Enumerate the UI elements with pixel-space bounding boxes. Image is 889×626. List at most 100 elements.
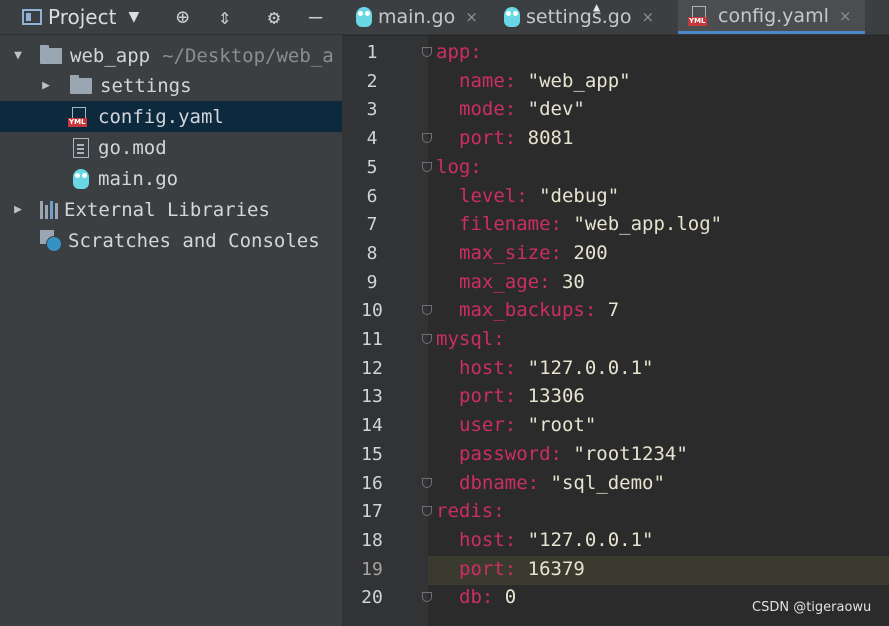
fold-marker-icon[interactable] — [422, 47, 432, 57]
tab-main-go[interactable]: main.go × — [356, 0, 478, 34]
yaml-file-icon: YML — [688, 5, 712, 26]
yaml-value: 16379 — [516, 557, 585, 580]
collapsed-arrow-icon[interactable]: ▶ — [12, 202, 24, 217]
yaml-value: "127.0.0.1" — [516, 528, 654, 551]
line-number: 7 — [366, 214, 378, 236]
collapse-icon[interactable]: ⇕ — [218, 0, 231, 34]
watermark: CSDN @tigeraowu — [752, 600, 872, 615]
yaml-file-icon: YML — [68, 106, 92, 127]
yaml-key: log — [436, 155, 471, 178]
gopher-icon — [356, 7, 372, 27]
yaml-key: filename — [459, 213, 551, 236]
code-line: log: — [436, 155, 482, 178]
yaml-value: 30 — [550, 270, 585, 293]
yaml-value: 8081 — [516, 127, 574, 150]
code-line: port: 8081 — [459, 127, 574, 150]
line-number: 3 — [366, 99, 378, 121]
tree-item-go-mod[interactable]: go.mod — [0, 132, 342, 163]
tree-item-external-libraries[interactable]: ▶ External Libraries — [0, 194, 342, 225]
gopher-icon — [73, 168, 89, 189]
code-line: level: "debug" — [459, 184, 620, 207]
code-line: mysql: — [436, 328, 505, 350]
gear-icon[interactable]: ⚙ — [268, 0, 280, 34]
line-number: 10 — [361, 300, 383, 322]
expand-arrow-icon[interactable]: ▼ — [12, 48, 24, 63]
tab-label: config.yaml — [718, 4, 829, 27]
yaml-key: max_age — [459, 270, 540, 293]
tree-item-main-go[interactable]: main.go — [0, 163, 342, 194]
code-line: port: 13306 — [459, 385, 585, 408]
tree-item-config-yaml[interactable]: YML config.yaml — [0, 101, 342, 132]
tab-label: settings.go — [526, 6, 632, 28]
yaml-key: port — [459, 127, 505, 150]
code-line: dbname: "sql_demo" — [459, 471, 665, 494]
yaml-key: db — [459, 586, 482, 609]
line-number: 18 — [361, 529, 383, 551]
yaml-value: "debug" — [527, 184, 620, 207]
tab-config-yaml[interactable]: YML config.yaml × — [678, 0, 865, 34]
line-number: 9 — [366, 271, 378, 293]
tab-settings-go[interactable]: settings.go × — [504, 0, 654, 34]
line-number: 8 — [366, 242, 378, 264]
code-line: max_backups: 7 — [459, 299, 620, 322]
tree-item-label: config.yaml — [98, 105, 224, 128]
tree-item-label: web_app — [70, 44, 151, 67]
yaml-key: host — [459, 528, 505, 551]
close-icon[interactable]: × — [642, 8, 655, 26]
yaml-key: app — [436, 41, 471, 63]
line-number: 5 — [366, 156, 378, 178]
close-icon[interactable]: × — [839, 7, 852, 25]
hide-icon[interactable]: — — [309, 0, 322, 34]
editor-tab-bar: main.go × settings.go × YML config.yaml … — [342, 0, 889, 35]
yaml-key: password — [459, 442, 551, 465]
code-line: filename: "web_app.log" — [459, 213, 723, 236]
code-line: name: "web_app" — [459, 69, 631, 92]
close-icon[interactable]: × — [465, 8, 478, 26]
yaml-key: user — [459, 414, 505, 437]
yaml-key: level — [459, 184, 517, 207]
tree-item-settings[interactable]: ▶ settings — [0, 70, 342, 101]
yaml-value: "root1234" — [561, 442, 688, 465]
yaml-value: 0 — [493, 586, 517, 609]
project-panel: Project ▼ ⊕ ⇕ ⚙ — ▼ web_app ~/Desktop/we… — [0, 0, 342, 626]
yaml-value: "root" — [516, 414, 597, 437]
collapsed-arrow-icon[interactable]: ▶ — [40, 78, 52, 93]
scratches-icon — [40, 229, 62, 252]
tree-item-path: ~/Desktop/web_a — [162, 44, 334, 67]
yaml-value: 200 — [561, 241, 608, 264]
yaml-value: "web_app" — [516, 69, 631, 92]
tree-item-scratches[interactable]: Scratches and Consoles — [0, 225, 342, 256]
code-line: max_age: 30 — [459, 270, 585, 293]
project-icon — [22, 9, 42, 25]
tree-item-label: go.mod — [98, 136, 167, 159]
yaml-key: port — [459, 557, 505, 580]
fold-marker-icon[interactable] — [422, 161, 432, 172]
line-number: 14 — [361, 415, 383, 437]
yaml-key: host — [459, 356, 505, 379]
line-number: 4 — [366, 128, 378, 150]
line-number: 6 — [366, 185, 378, 207]
yaml-value: 7 — [596, 299, 620, 322]
fold-marker-icon[interactable] — [422, 334, 432, 344]
yaml-key: mode — [459, 98, 505, 121]
yaml-key: max_size — [459, 241, 551, 264]
tree-item-label: Scratches and Consoles — [68, 229, 320, 252]
yaml-value: "127.0.0.1" — [516, 356, 654, 379]
locate-icon[interactable]: ⊕ — [176, 0, 189, 34]
line-number: 13 — [361, 386, 383, 408]
mouse-cursor-icon: ▲ — [593, 0, 601, 14]
code-line: host: "127.0.0.1" — [459, 356, 654, 379]
project-title: Project — [48, 5, 117, 29]
tree-item-label: External Libraries — [64, 198, 270, 221]
folder-icon — [40, 44, 62, 64]
tree-item-web-app[interactable]: ▼ web_app ~/Desktop/web_a — [0, 40, 342, 71]
code-line: user: "root" — [459, 414, 597, 437]
yaml-value: "sql_demo" — [539, 471, 665, 494]
yaml-key: redis — [436, 500, 494, 523]
fold-marker-icon[interactable] — [422, 477, 432, 488]
library-icon — [40, 200, 58, 219]
project-view-selector[interactable]: Project ▼ — [22, 0, 139, 34]
line-number: 2 — [366, 70, 378, 92]
gopher-icon — [504, 7, 520, 27]
line-number: 16 — [361, 472, 383, 494]
